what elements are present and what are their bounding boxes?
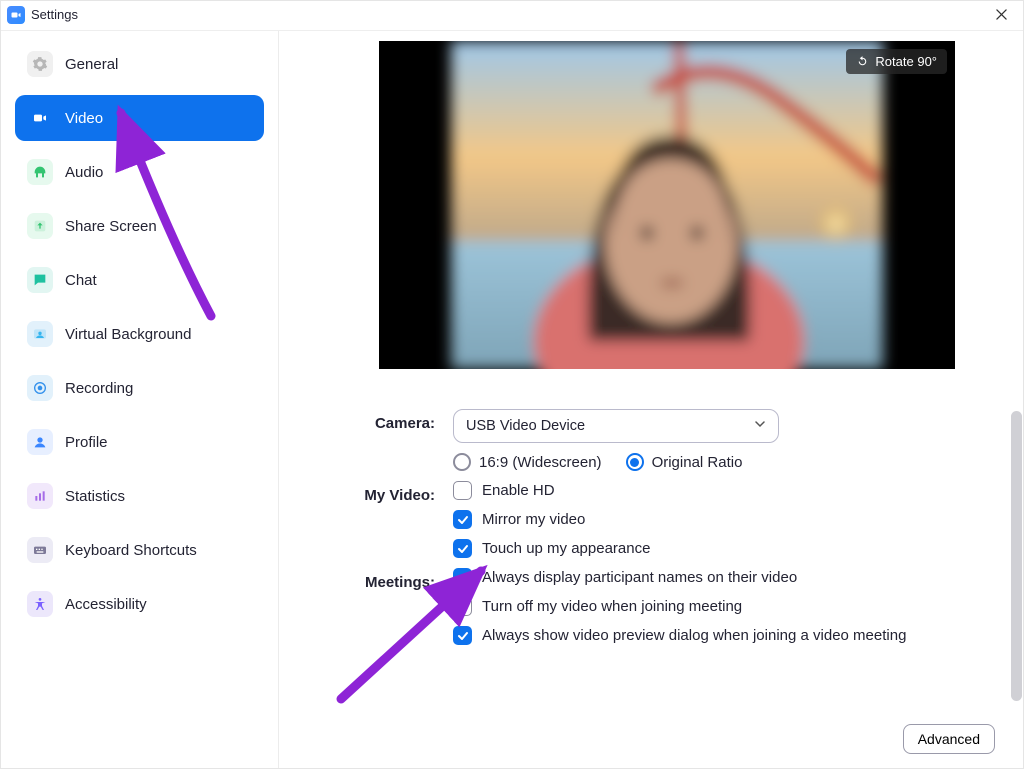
close-button[interactable] — [987, 5, 1015, 25]
sidebar-item-audio[interactable]: Audio — [15, 149, 264, 195]
sidebar-item-label: Chat — [65, 272, 97, 289]
sidebar-item-label: Keyboard Shortcuts — [65, 542, 197, 559]
titlebar: Settings — [1, 1, 1023, 31]
sidebar-item-label: Accessibility — [65, 596, 147, 613]
radio-icon — [453, 453, 471, 471]
camera-icon — [27, 105, 53, 131]
sidebar-item-recording[interactable]: Recording — [15, 365, 264, 411]
sidebar-item-label: Share Screen — [65, 218, 157, 235]
stats-icon — [27, 483, 53, 509]
checkbox-enable-hd-label: Enable HD — [482, 482, 555, 499]
camera-select[interactable]: USB Video Device — [453, 409, 779, 443]
footer: Advanced — [903, 724, 995, 754]
sidebar-item-accessibility[interactable]: Accessibility — [15, 581, 264, 627]
camera-value: USB Video Device — [466, 418, 585, 434]
keyboard-icon — [27, 537, 53, 563]
share-icon — [27, 213, 53, 239]
checkbox-turn-off-video-joining-label: Turn off my video when joining meeting — [482, 598, 742, 615]
radio-original[interactable]: Original Ratio — [626, 453, 743, 471]
sidebar-item-video[interactable]: Video — [15, 95, 264, 141]
checkbox-video-preview-dialog[interactable]: Always show video preview dialog when jo… — [453, 626, 987, 645]
checkbox-video-preview-dialog-label: Always show video preview dialog when jo… — [482, 627, 906, 644]
rotate-icon — [856, 55, 869, 68]
sidebar-item-virtual-background[interactable]: Virtual Background — [15, 311, 264, 357]
main-scroll: Rotate 90° Camera: USB Video Device — [279, 31, 1023, 768]
checkbox-show-participant-names-label: Always display participant names on thei… — [482, 569, 797, 586]
app-icon — [7, 6, 25, 24]
gear-icon — [27, 51, 53, 77]
main-panel: Rotate 90° Camera: USB Video Device — [279, 31, 1023, 768]
radio-icon — [626, 453, 644, 471]
myvideo-label: My Video: — [347, 481, 453, 558]
settings-window: Settings General Video Audio Share Screen Ch… — [0, 0, 1024, 769]
sidebar-item-label: Recording — [65, 380, 133, 397]
aspect-ratio-group: 16:9 (Widescreen) Original Ratio — [453, 453, 987, 471]
chevron-down-icon — [754, 418, 766, 434]
record-icon — [27, 375, 53, 401]
meetings-label: Meetings: — [347, 568, 453, 645]
checkbox-icon — [453, 539, 472, 558]
checkbox-icon — [453, 510, 472, 529]
sidebar-item-general[interactable]: General — [15, 41, 264, 87]
sidebar-item-label: Profile — [65, 434, 108, 451]
video-preview: Rotate 90° — [379, 41, 955, 369]
checkbox-icon — [453, 481, 472, 500]
rotate-label: Rotate 90° — [875, 54, 937, 69]
sidebar-item-statistics[interactable]: Statistics — [15, 473, 264, 519]
checkbox-mirror-video-label: Mirror my video — [482, 511, 585, 528]
accessibility-icon — [27, 591, 53, 617]
checkbox-icon — [453, 597, 472, 616]
checkbox-touch-up-appearance[interactable]: Touch up my appearance — [453, 539, 987, 558]
radio-widescreen-label: 16:9 (Widescreen) — [479, 454, 602, 471]
sidebar-item-label: Audio — [65, 164, 103, 181]
chat-icon — [27, 267, 53, 293]
radio-original-label: Original Ratio — [652, 454, 743, 471]
checkbox-show-participant-names[interactable]: Always display participant names on thei… — [453, 568, 987, 587]
checkbox-turn-off-video-joining[interactable]: Turn off my video when joining meeting — [453, 597, 987, 616]
checkbox-mirror-video[interactable]: Mirror my video — [453, 510, 987, 529]
background-icon — [27, 321, 53, 347]
checkbox-icon — [453, 626, 472, 645]
preview-canvas — [379, 41, 955, 369]
sidebar-item-label: Virtual Background — [65, 326, 191, 343]
sidebar-item-profile[interactable]: Profile — [15, 419, 264, 465]
body: General Video Audio Share Screen Chat Virtual… — [1, 31, 1023, 768]
sidebar-item-label: Statistics — [65, 488, 125, 505]
sidebar-item-label: General — [65, 56, 118, 73]
vertical-scrollbar[interactable] — [1011, 411, 1022, 701]
rotate-90-button[interactable]: Rotate 90° — [846, 49, 947, 74]
sidebar-item-share-screen[interactable]: Share Screen — [15, 203, 264, 249]
checkbox-touch-up-appearance-label: Touch up my appearance — [482, 540, 650, 557]
sidebar: General Video Audio Share Screen Chat Virtual… — [1, 31, 279, 768]
checkbox-icon — [453, 568, 472, 587]
sidebar-item-label: Video — [65, 110, 103, 127]
headphones-icon — [27, 159, 53, 185]
video-form: Camera: USB Video Device 16:9 (Widescree… — [347, 409, 987, 645]
profile-icon — [27, 429, 53, 455]
window-title: Settings — [31, 7, 78, 22]
camera-label: Camera: — [347, 409, 453, 471]
sidebar-item-chat[interactable]: Chat — [15, 257, 264, 303]
checkbox-enable-hd[interactable]: Enable HD — [453, 481, 987, 500]
radio-widescreen[interactable]: 16:9 (Widescreen) — [453, 453, 602, 471]
sidebar-item-keyboard-shortcuts[interactable]: Keyboard Shortcuts — [15, 527, 264, 573]
advanced-button[interactable]: Advanced — [903, 724, 995, 754]
